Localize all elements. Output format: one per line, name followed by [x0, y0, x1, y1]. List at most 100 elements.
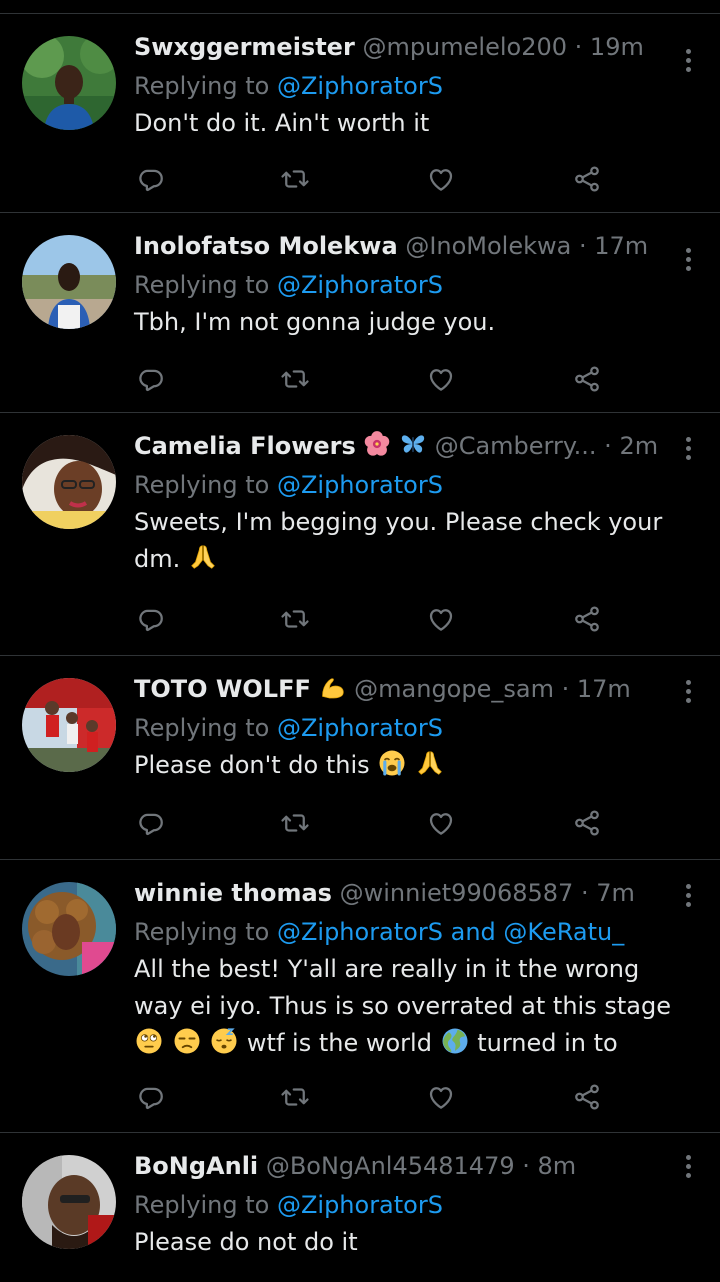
mention-link[interactable]: @ZiphoratorS	[277, 72, 443, 100]
retweet-icon[interactable]	[280, 808, 312, 838]
tweet-text: Please do not do it	[134, 1228, 358, 1256]
share-icon[interactable]	[572, 364, 604, 394]
avatar[interactable]	[22, 1155, 116, 1249]
reply-icon[interactable]	[136, 604, 168, 634]
retweet-icon[interactable]	[280, 164, 312, 194]
tweet[interactable]: Inolofatso Molekwa @InoMolekwa · 17m Rep…	[0, 213, 720, 413]
tweet[interactable]: Swxggermeister @mpumelelo200 · 19m Reply…	[0, 14, 720, 213]
loudly-crying-face-emoji	[377, 748, 407, 778]
avatar[interactable]	[22, 882, 116, 976]
more-options-icon[interactable]	[684, 49, 692, 76]
tweet-text-line: way ei iyo. Thus is so overrated at this…	[134, 992, 671, 1020]
flexed-biceps-emoji	[319, 673, 347, 701]
timestamp[interactable]: 7m	[596, 879, 635, 907]
mention-link[interactable]: @ZiphoratorS	[277, 1191, 443, 1219]
display-name[interactable]: BoNgAnli	[134, 1152, 258, 1180]
tweet-text: Please don't do this	[134, 747, 692, 784]
more-options-icon[interactable]	[684, 1155, 692, 1182]
display-name[interactable]: TOTO WOLFF	[134, 675, 311, 703]
and-label: and	[450, 918, 496, 946]
replying-to-label: Replying to	[134, 918, 270, 946]
separator-dot: ·	[580, 879, 589, 907]
heart-icon[interactable]	[426, 604, 458, 634]
timestamp[interactable]: 19m	[590, 33, 644, 61]
reply-icon[interactable]	[136, 164, 168, 194]
separator-dot: ·	[578, 232, 587, 260]
tweet[interactable]: winnie thomas @winniet99068587 · 7m Repl…	[0, 860, 720, 1133]
replying-to-line: Replying to @ZiphoratorS and @KeRatu_	[134, 916, 692, 948]
timestamp[interactable]: 8m	[538, 1152, 577, 1180]
replying-to-label: Replying to	[134, 1191, 270, 1219]
separator-dot: ·	[574, 33, 583, 61]
timestamp[interactable]: 2m	[619, 432, 658, 460]
tweet-actions	[134, 604, 614, 634]
replies-feed: Swxggermeister @mpumelelo200 · 19m Reply…	[0, 14, 720, 1273]
share-icon[interactable]	[572, 604, 604, 634]
replying-to-line: Replying to @ZiphoratorS	[134, 70, 692, 102]
mention-link[interactable]: @ZiphoratorS	[277, 471, 443, 499]
retweet-icon[interactable]	[280, 604, 312, 634]
sleeping-face-emoji	[209, 1026, 239, 1056]
display-name[interactable]: Inolofatso Molekwa	[134, 232, 398, 260]
heart-icon[interactable]	[426, 364, 458, 394]
retweet-icon[interactable]	[280, 364, 312, 394]
heart-icon[interactable]	[426, 1082, 458, 1112]
tweet-header: Camelia Flowers @Camberry... · 2m	[134, 430, 692, 462]
heart-icon[interactable]	[426, 164, 458, 194]
more-options-icon[interactable]	[684, 680, 692, 707]
replying-to-line: Replying to @ZiphoratorS	[134, 469, 692, 501]
tweet-actions	[134, 1082, 614, 1112]
more-options-icon[interactable]	[684, 248, 692, 275]
separator-dot: ·	[604, 432, 612, 460]
username[interactable]: @mangope_sam	[354, 675, 554, 703]
unamused-face-emoji	[172, 1026, 202, 1056]
reply-icon[interactable]	[136, 1082, 168, 1112]
share-icon[interactable]	[572, 1082, 604, 1112]
timestamp[interactable]: 17m	[577, 675, 631, 703]
username[interactable]: @winniet99068587	[340, 879, 574, 907]
mention-link[interactable]: @ZiphoratorS	[277, 714, 443, 742]
tweet[interactable]: Camelia Flowers @Camberry... · 2m Replyi…	[0, 413, 720, 656]
replying-to-line: Replying to @ZiphoratorS	[134, 1189, 692, 1221]
tweet-header: Swxggermeister @mpumelelo200 · 19m	[134, 31, 692, 63]
reply-icon[interactable]	[136, 364, 168, 394]
heart-icon[interactable]	[426, 808, 458, 838]
username[interactable]: @Camberry...	[435, 432, 597, 460]
username[interactable]: @BoNgAnl45481479	[266, 1152, 515, 1180]
tweet-text-line: All the best! Y'all are really in it the…	[134, 955, 640, 983]
replying-to-line: Replying to @ZiphoratorS	[134, 712, 692, 744]
timestamp[interactable]: 17m	[594, 232, 648, 260]
tweet[interactable]: TOTO WOLFF @mangope_sam · 17m Replying t…	[0, 656, 720, 860]
tweet-actions	[134, 808, 614, 838]
display-name[interactable]: Swxggermeister	[134, 33, 355, 61]
folded-hands-emoji	[188, 542, 218, 572]
more-options-icon[interactable]	[684, 884, 692, 911]
share-icon[interactable]	[572, 808, 604, 838]
retweet-icon[interactable]	[280, 1082, 312, 1112]
mention-link[interactable]: @ZiphoratorS	[277, 271, 443, 299]
face-with-rolling-eyes-emoji	[134, 1026, 164, 1056]
replying-to-label: Replying to	[134, 271, 270, 299]
tweet-header: BoNgAnli @BoNgAnl45481479 · 8m	[134, 1150, 692, 1182]
share-icon[interactable]	[572, 164, 604, 194]
more-options-icon[interactable]	[684, 437, 692, 464]
separator-dot: ·	[561, 675, 570, 703]
username[interactable]: @InoMolekwa	[405, 232, 571, 260]
avatar[interactable]	[22, 36, 116, 130]
display-name[interactable]: winnie thomas	[134, 879, 332, 907]
display-name[interactable]: Camelia Flowers	[134, 432, 356, 460]
tweet[interactable]: BoNgAnli @BoNgAnl45481479 · 8m Replying …	[0, 1133, 720, 1273]
reply-icon[interactable]	[136, 808, 168, 838]
tweet-actions	[134, 364, 614, 394]
username[interactable]: @mpumelelo200	[362, 33, 567, 61]
avatar[interactable]	[22, 678, 116, 772]
replying-to-label: Replying to	[134, 714, 270, 742]
mention-link[interactable]: @KeRatu_	[503, 918, 624, 946]
tweet-text: Sweets, I'm begging you. Please check yo…	[134, 504, 692, 578]
tweet-text: Tbh, I'm not gonna judge you.	[134, 308, 496, 336]
mention-link[interactable]: @ZiphoratorS	[277, 918, 443, 946]
replying-to-line: Replying to @ZiphoratorS	[134, 269, 692, 301]
avatar[interactable]	[22, 235, 116, 329]
avatar[interactable]	[22, 435, 116, 529]
folded-hands-emoji	[415, 748, 445, 778]
